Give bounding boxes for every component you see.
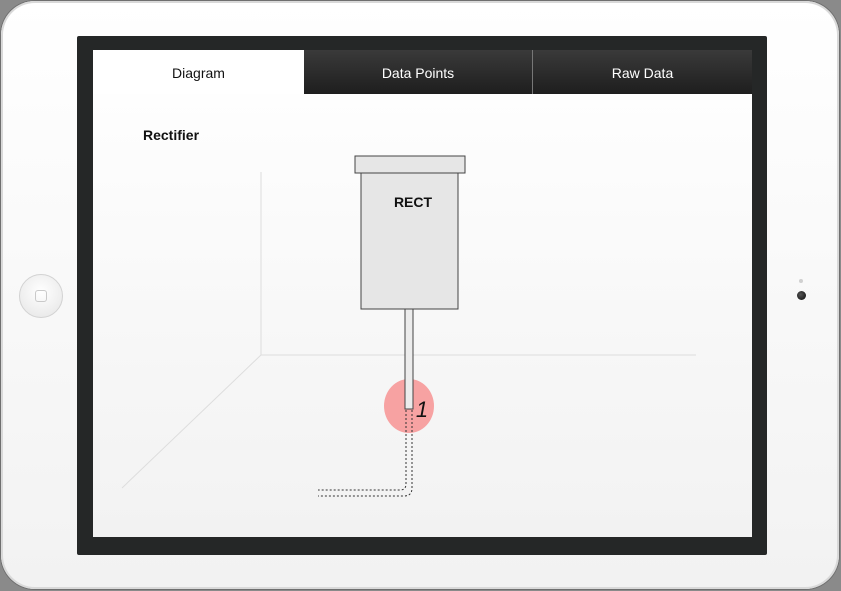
cable-pole [404,308,414,410]
screen-bezel: Diagram Data Points Raw Data Rectifier R… [77,36,767,555]
data-point-label: 1 [416,397,428,422]
tablet-frame: Diagram Data Points Raw Data Rectifier R… [1,1,839,589]
home-button[interactable] [19,274,63,318]
sensor-dot [799,279,803,283]
camera-icon [797,291,806,300]
rectifier-diagram: RECT 1 [121,155,696,497]
rectifier-cap [354,155,466,174]
depth-axis-line [121,354,262,489]
rectifier-label: RECT [394,194,433,210]
app-screen: Diagram Data Points Raw Data Rectifier R… [93,50,752,537]
home-square-icon [35,290,47,302]
